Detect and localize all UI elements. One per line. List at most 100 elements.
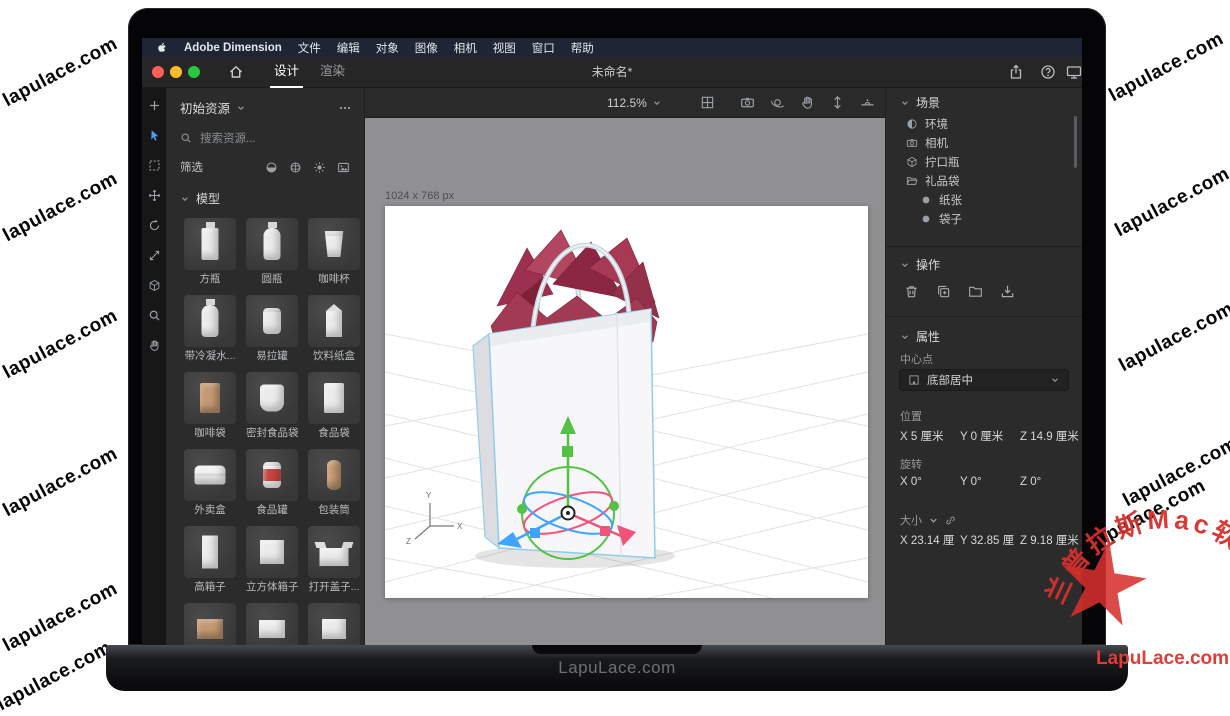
scene-scrollbar[interactable] <box>1074 116 1077 168</box>
environment-icon <box>906 118 918 130</box>
camera-bookmark-icon[interactable] <box>740 95 755 110</box>
macos-menu-bar: Adobe Dimension 文件 编辑 对象 图像 相机 视图 窗口 帮助 <box>142 38 1082 57</box>
menu-app-name[interactable]: Adobe Dimension <box>184 42 282 54</box>
model-tile[interactable]: 咖啡杯 <box>308 218 360 286</box>
model-tile[interactable]: 打开盖子... <box>308 526 360 594</box>
model-tile[interactable]: 食品袋 <box>308 372 360 440</box>
chevron-down-icon[interactable] <box>928 515 939 526</box>
model-tile[interactable]: 带冷凝水... <box>184 295 236 363</box>
scene-item-camera[interactable]: 相机 <box>886 133 1082 152</box>
model-thumbnail <box>184 295 236 347</box>
menu-item-window[interactable]: 窗口 <box>532 40 555 56</box>
marquee-tool-icon[interactable] <box>148 159 161 172</box>
artboard[interactable]: Y X Z <box>385 206 868 598</box>
apple-logo-icon[interactable] <box>156 42 168 54</box>
object-tool-icon[interactable] <box>148 279 161 292</box>
panel-divider <box>886 316 1082 317</box>
menu-item-edit[interactable]: 编辑 <box>337 40 360 56</box>
model-tile[interactable]: 饮料纸盒 <box>308 295 360 363</box>
scene-item-bag[interactable]: 袋子 <box>886 209 1082 228</box>
menu-item-file[interactable]: 文件 <box>298 40 321 56</box>
duplicate-icon[interactable] <box>936 284 951 299</box>
scene-section-header[interactable]: 场景 <box>900 94 940 111</box>
actions-section-header[interactable]: 操作 <box>900 256 940 273</box>
zoom-tool-icon[interactable] <box>148 309 161 322</box>
model-tile[interactable]: 包装筒 <box>308 449 360 517</box>
model-tile[interactable]: 立方体箱子 <box>246 526 298 594</box>
model-label: 高箱子 <box>184 581 236 594</box>
scene-item-paper[interactable]: 纸张 <box>886 190 1082 209</box>
search-input[interactable]: 搜索资源... <box>180 130 350 146</box>
position-z-field[interactable]: Z 14.9 厘米 <box>1020 428 1080 444</box>
pivot-dropdown[interactable]: 底部居中 <box>899 369 1069 391</box>
model-tile[interactable]: 高箱子 <box>184 526 236 594</box>
chevron-down-icon[interactable] <box>180 194 190 204</box>
delete-icon[interactable] <box>904 284 919 299</box>
menu-item-image[interactable]: 图像 <box>415 40 438 56</box>
model-tile[interactable]: 方瓶 <box>184 218 236 286</box>
size-x-field[interactable]: X 23.14 厘 <box>900 532 960 548</box>
panel-menu-icon[interactable] <box>338 101 352 115</box>
select-tool-icon[interactable] <box>148 129 161 142</box>
scene-item-gift-bag-group[interactable]: 礼品袋 <box>886 171 1082 190</box>
link-dimensions-icon[interactable] <box>945 515 956 526</box>
laptop-base: LapuLace.com <box>106 645 1128 691</box>
share-icon[interactable] <box>1008 64 1024 80</box>
scale-tool-icon[interactable] <box>148 249 161 262</box>
model-label: 饮料纸盒 <box>308 350 360 363</box>
dolly-camera-icon[interactable] <box>830 95 845 110</box>
pan-camera-icon[interactable] <box>800 95 815 110</box>
add-tool-icon[interactable] <box>148 99 161 112</box>
move-tool-icon[interactable] <box>148 189 161 202</box>
position-x-field[interactable]: X 5 厘米 <box>900 428 960 444</box>
filter-lights-icon[interactable] <box>313 161 326 174</box>
filter-materials-icon[interactable] <box>265 161 278 174</box>
model-thumbnail <box>308 218 360 270</box>
rotation-label: 旋转 <box>900 456 922 472</box>
zoom-control[interactable]: 112.5% <box>607 88 662 117</box>
assets-panel-title[interactable]: 初始资源 <box>180 98 230 117</box>
view-grid-icon[interactable] <box>700 95 715 110</box>
size-y-field[interactable]: Y 32.85 厘 <box>960 532 1020 548</box>
scene-item-bottle[interactable]: 拧口瓶 <box>886 152 1082 171</box>
display-icon[interactable] <box>1066 64 1082 80</box>
axis-z-label: Z <box>406 537 411 546</box>
model-tile[interactable] <box>184 603 236 645</box>
canvas-viewport[interactable]: 1024 x 768 px <box>365 118 885 645</box>
rotate-tool-icon[interactable] <box>148 219 161 232</box>
menu-item-camera[interactable]: 相机 <box>454 40 477 56</box>
artboard-3d-view[interactable]: Y X Z <box>385 206 868 598</box>
help-icon[interactable] <box>1040 64 1056 80</box>
model-tile[interactable]: 易拉罐 <box>246 295 298 363</box>
properties-section-header[interactable]: 属性 <box>900 328 940 345</box>
model-tile[interactable]: 外卖盒 <box>184 449 236 517</box>
model-tile[interactable]: 咖啡袋 <box>184 372 236 440</box>
orbit-camera-icon[interactable] <box>770 95 785 110</box>
menu-item-view[interactable]: 视图 <box>493 40 516 56</box>
rotation-x-field[interactable]: X 0° <box>900 476 960 488</box>
model-tile[interactable]: 密封食品袋 <box>246 372 298 440</box>
filter-images-icon[interactable] <box>337 161 350 174</box>
rotation-y-field[interactable]: Y 0° <box>960 476 1020 488</box>
model-thumbnail <box>308 449 360 501</box>
watermark-text: lapulace.com <box>0 443 122 522</box>
menu-item-object[interactable]: 对象 <box>376 40 399 56</box>
export-icon[interactable] <box>1000 284 1015 299</box>
horizon-camera-icon[interactable] <box>860 95 875 110</box>
model-tile[interactable]: 圆瓶 <box>246 218 298 286</box>
hand-tool-icon[interactable] <box>148 339 161 352</box>
chevron-down-icon[interactable] <box>236 103 246 113</box>
group-folder-icon[interactable] <box>968 284 983 299</box>
model-tile[interactable]: 食品罐 <box>246 449 298 517</box>
model-thumbnail <box>246 295 298 347</box>
model-thumbnail <box>184 449 236 501</box>
model-thumbnail <box>246 526 298 578</box>
model-tile[interactable] <box>246 603 298 645</box>
filter-models-icon[interactable] <box>289 161 302 174</box>
position-y-field[interactable]: Y 0 厘米 <box>960 428 1020 444</box>
menu-item-help[interactable]: 帮助 <box>571 40 594 56</box>
scene-tree: 环境 相机 拧口瓶 礼品袋 纸张 袋子 <box>886 114 1082 228</box>
stamp-arc-text: 兰普拉斯Mac软件 <box>1032 493 1230 611</box>
model-tile[interactable] <box>308 603 360 645</box>
scene-item-environment[interactable]: 环境 <box>886 114 1082 133</box>
